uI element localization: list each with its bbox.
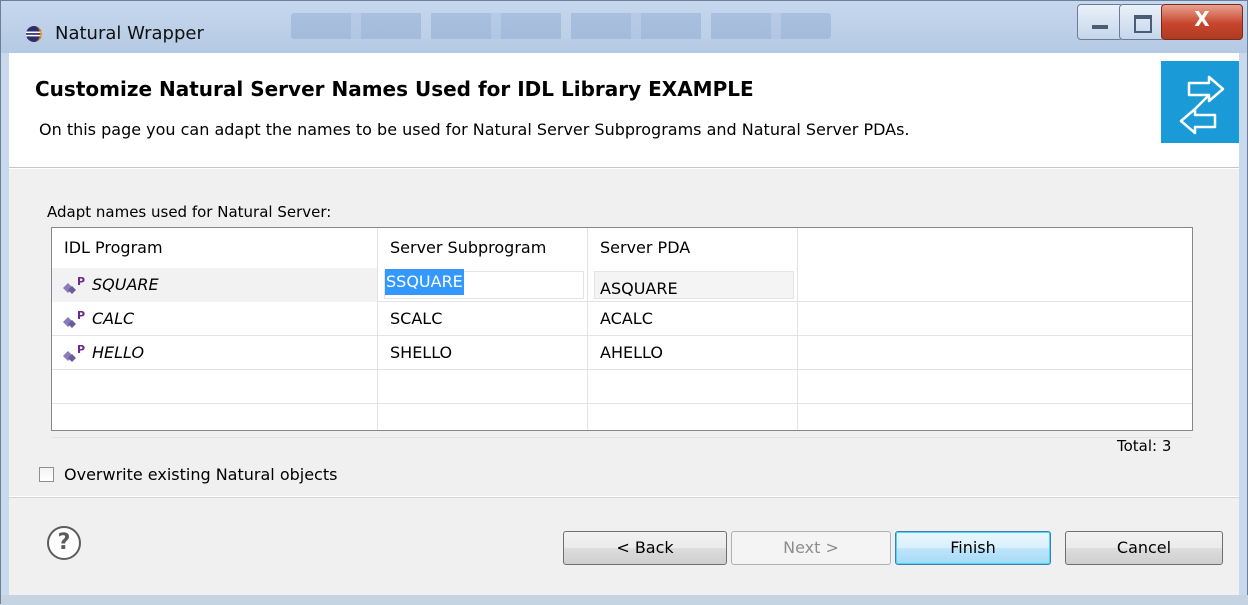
column-header-idl-program[interactable]: IDL Program xyxy=(52,228,378,268)
cell-idl-program[interactable]: P HELLO xyxy=(52,336,378,370)
program-name: SQUARE xyxy=(92,275,159,294)
page-title: Customize Natural Server Names Used for … xyxy=(35,77,754,101)
back-button[interactable]: < Back xyxy=(563,531,727,565)
idl-program-icon: P xyxy=(63,309,85,328)
cell-server-subprogram[interactable]: SHELLO xyxy=(378,336,588,370)
table-row-empty xyxy=(52,404,1192,438)
svg-text:P: P xyxy=(77,309,85,322)
overwrite-checkbox[interactable] xyxy=(39,467,54,482)
cell-idl-program[interactable]: P SQUARE xyxy=(52,268,378,302)
svg-text:P: P xyxy=(77,343,85,356)
close-icon: X xyxy=(1194,7,1210,31)
title-bar[interactable]: Natural Wrapper X xyxy=(1,1,1247,53)
wizard-body: Adapt names used for Natural Server: IDL… xyxy=(9,169,1239,496)
table-row[interactable]: P SQUARE SSQUARE ASQUARE xyxy=(52,268,1192,302)
table-row[interactable]: P HELLO SHELLO AHELLO xyxy=(52,336,1192,370)
cell-idl-program[interactable]: P CALC xyxy=(52,302,378,336)
table-row[interactable]: P CALC SCALC ACALC xyxy=(52,302,1192,336)
pda-name: ASQUARE xyxy=(600,279,678,298)
finish-button[interactable]: Finish xyxy=(895,531,1051,565)
minimize-button[interactable] xyxy=(1077,4,1123,40)
cell-server-subprogram[interactable]: SCALC xyxy=(378,302,588,336)
button-bar: ? < Back Next > Finish Cancel xyxy=(9,497,1239,596)
server-names-table[interactable]: IDL Program Server Subprogram Server PDA… xyxy=(51,227,1193,438)
svg-text:P: P xyxy=(77,275,85,288)
cell-server-pda[interactable]: AHELLO xyxy=(588,336,798,370)
selected-text[interactable]: SSQUARE xyxy=(385,269,464,295)
cancel-button[interactable]: Cancel xyxy=(1065,531,1223,565)
help-icon[interactable]: ? xyxy=(47,526,81,560)
column-divider xyxy=(377,228,378,430)
dialog-content: Customize Natural Server Names Used for … xyxy=(9,53,1239,596)
column-header-server-pda[interactable]: Server PDA xyxy=(588,228,798,268)
close-button[interactable]: X xyxy=(1161,4,1243,40)
table-label: Adapt names used for Natural Server: xyxy=(47,203,332,221)
maximize-icon xyxy=(1134,15,1152,33)
column-divider xyxy=(587,228,588,430)
subprogram-edit-field[interactable]: SSQUARE xyxy=(384,269,584,299)
minimize-icon xyxy=(1092,25,1108,29)
dialog-window: Natural Wrapper X Customize Natural Serv… xyxy=(0,0,1248,605)
cell-server-pda[interactable]: ACALC xyxy=(588,302,798,336)
idl-program-icon: P xyxy=(63,275,85,294)
total-count: Total: 3 xyxy=(1117,437,1172,455)
overwrite-option[interactable]: Overwrite existing Natural objects xyxy=(39,465,337,484)
column-header-filler xyxy=(798,228,1192,268)
program-name: HELLO xyxy=(92,343,145,362)
cell-server-pda[interactable]: ASQUARE xyxy=(588,268,798,302)
next-button[interactable]: Next > xyxy=(731,531,891,565)
maximize-button[interactable] xyxy=(1119,4,1165,40)
page-description: On this page you can adapt the names to … xyxy=(39,120,910,139)
program-name: CALC xyxy=(92,309,135,328)
eclipse-icon xyxy=(26,26,42,42)
wizard-header: Customize Natural Server Names Used for … xyxy=(9,53,1239,168)
table-row-empty xyxy=(52,370,1192,404)
cell-server-subprogram[interactable]: SSQUARE xyxy=(378,268,588,302)
column-divider xyxy=(797,228,798,430)
overwrite-label: Overwrite existing Natural objects xyxy=(64,465,338,484)
window-title: Natural Wrapper xyxy=(55,23,204,44)
column-header-server-subprogram[interactable]: Server Subprogram xyxy=(378,228,588,268)
wrapper-arrows-icon xyxy=(1161,61,1239,143)
background-window-ghost xyxy=(291,13,831,39)
idl-program-icon: P xyxy=(63,343,85,362)
